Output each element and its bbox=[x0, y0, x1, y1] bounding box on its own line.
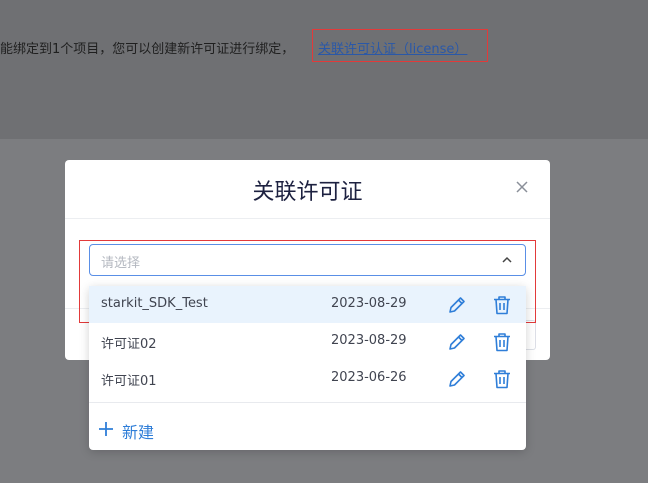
close-icon[interactable] bbox=[514, 179, 530, 195]
plus-icon bbox=[99, 422, 113, 436]
edit-icon[interactable] bbox=[446, 294, 468, 316]
delete-icon[interactable] bbox=[491, 368, 513, 390]
new-license-label: 新建 bbox=[122, 423, 155, 442]
license-option[interactable]: starkit_SDK_Test 2023-08-29 bbox=[89, 286, 526, 323]
delete-icon[interactable] bbox=[491, 331, 513, 353]
associate-license-link[interactable]: 关联许可认证（license） bbox=[318, 38, 467, 57]
modal-header: 关联许可证 bbox=[65, 160, 550, 219]
dropdown-divider bbox=[89, 402, 526, 403]
page-background-header bbox=[0, 0, 648, 139]
modal-title: 关联许可证 bbox=[252, 180, 363, 205]
edit-icon[interactable] bbox=[446, 368, 468, 390]
select-placeholder: 请选择 bbox=[101, 256, 141, 271]
license-date: 2023-08-29 bbox=[331, 333, 407, 348]
license-option[interactable]: 许可证01 2023-06-26 bbox=[89, 360, 526, 397]
license-select[interactable]: 请选择 bbox=[89, 244, 526, 276]
chevron-up-icon bbox=[502, 256, 512, 263]
license-date: 2023-06-26 bbox=[331, 370, 407, 385]
delete-icon[interactable] bbox=[491, 294, 513, 316]
license-name: 许可证01 bbox=[101, 374, 157, 389]
license-date: 2023-08-29 bbox=[331, 296, 407, 311]
binding-description: 能绑定到1个项目，您可以创建新许可证进行绑定， bbox=[0, 42, 295, 57]
license-name: 许可证02 bbox=[101, 337, 157, 352]
license-dropdown: starkit_SDK_Test 2023-08-29 许可证02 2023-0… bbox=[89, 286, 526, 450]
license-name: starkit_SDK_Test bbox=[101, 296, 208, 311]
edit-icon[interactable] bbox=[446, 331, 468, 353]
license-option[interactable]: 许可证02 2023-08-29 bbox=[89, 323, 526, 360]
